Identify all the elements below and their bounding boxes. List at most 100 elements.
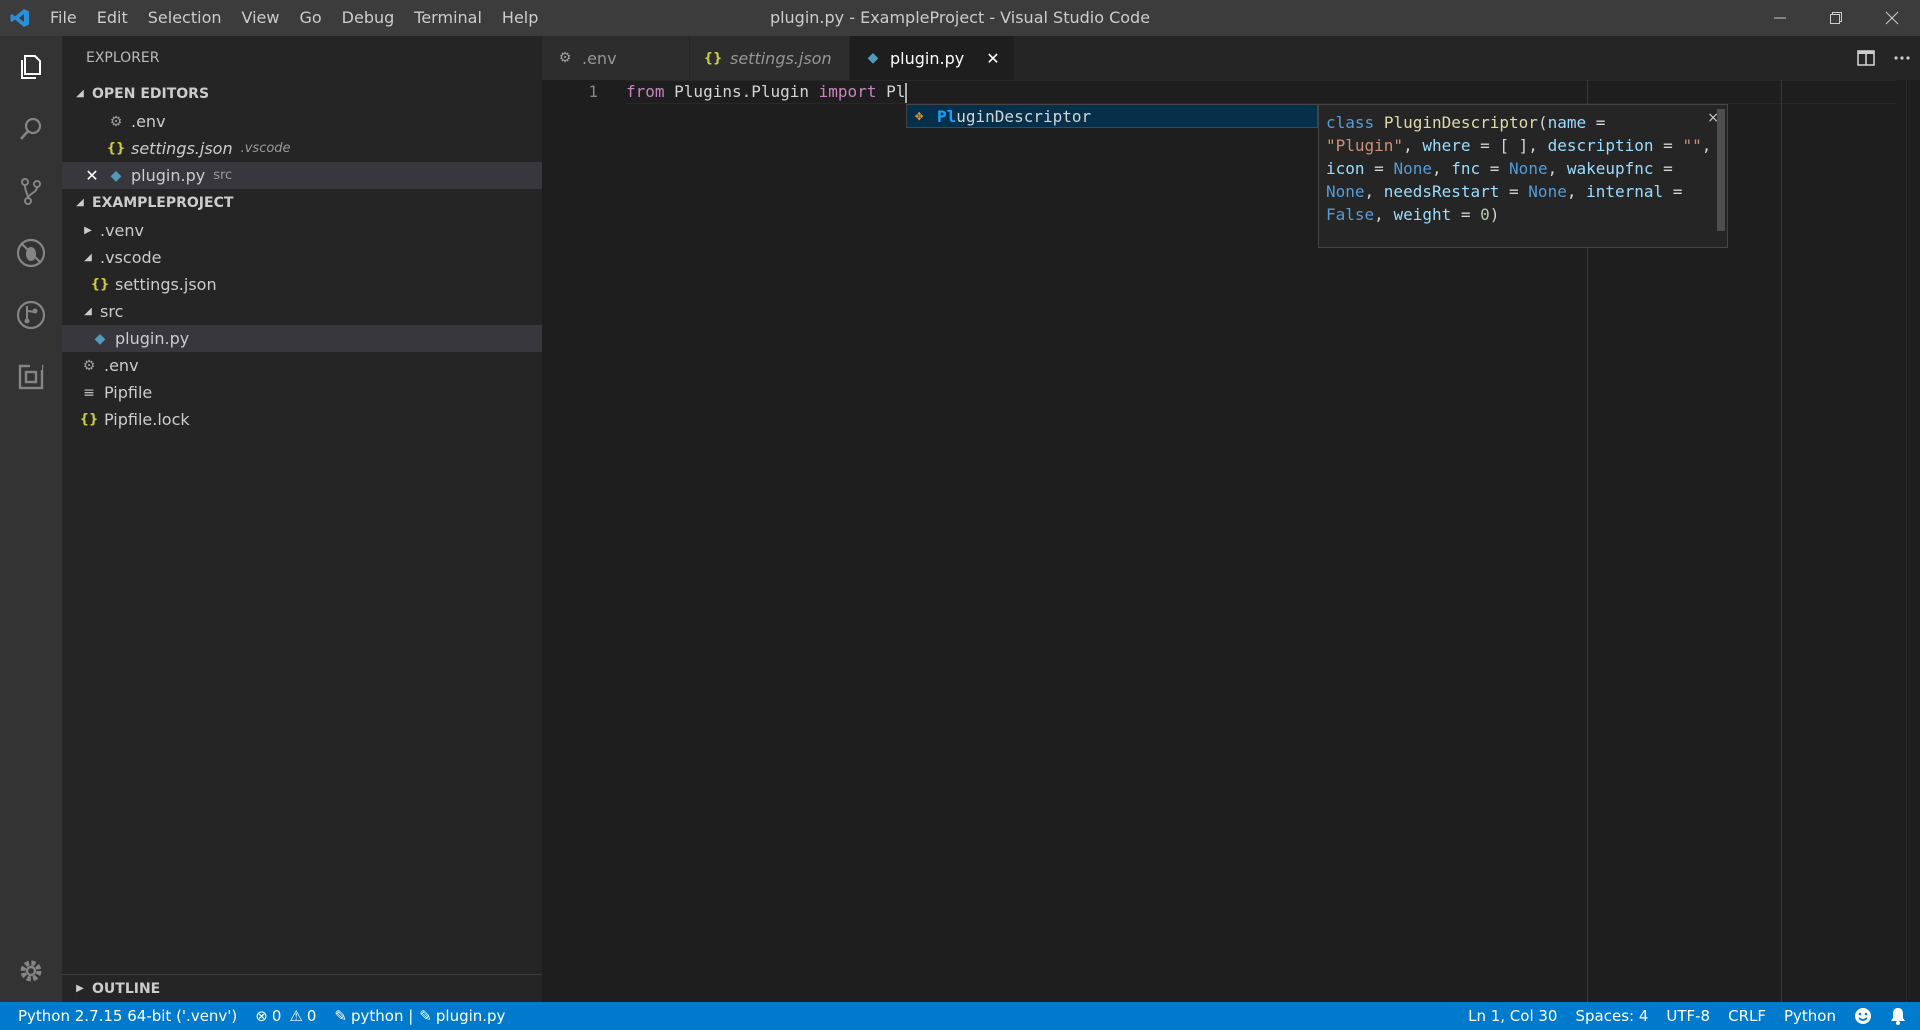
tree-item-label: plugin.py bbox=[115, 329, 190, 348]
error-icon: ⊗ bbox=[255, 1007, 268, 1025]
menu-terminal[interactable]: Terminal bbox=[404, 0, 492, 36]
close-window-button[interactable] bbox=[1864, 0, 1920, 36]
tree-item-src[interactable]: ◢ src bbox=[62, 298, 542, 325]
caret-down-icon: ◢ bbox=[76, 197, 84, 208]
problems-status[interactable]: ⊗ 0 ⚠ 0 bbox=[246, 1002, 325, 1030]
signature-line: "Plugin", where = [ ], description = "", bbox=[1326, 136, 1712, 155]
minimize-icon bbox=[1774, 17, 1786, 19]
warning-count: 0 bbox=[306, 1007, 317, 1025]
signature-line: class PluginDescriptor(name = bbox=[1326, 113, 1606, 132]
signature-line: None, needsRestart = None, internal = bbox=[1326, 182, 1683, 201]
debug-activity[interactable] bbox=[0, 222, 62, 284]
error-count: 0 bbox=[271, 1007, 282, 1025]
open-editors-label: OPEN EDITORS bbox=[92, 86, 210, 102]
encoding-status[interactable]: UTF-8 bbox=[1657, 1002, 1719, 1030]
editor-actions bbox=[1848, 36, 1920, 80]
split-editor-button[interactable] bbox=[1848, 36, 1884, 80]
notifications-button[interactable] bbox=[1881, 1002, 1920, 1030]
menu-debug[interactable]: Debug bbox=[332, 0, 405, 36]
details-scrollbar[interactable] bbox=[1717, 109, 1725, 231]
menu-view[interactable]: View bbox=[232, 0, 290, 36]
warning-icon: ⚠ bbox=[289, 1007, 303, 1025]
json-file-icon: {} bbox=[703, 50, 723, 66]
environment-label: python | bbox=[351, 1007, 414, 1025]
manage-activity[interactable] bbox=[0, 940, 62, 1002]
text-file-icon: ≡ bbox=[83, 384, 95, 401]
open-editors-header[interactable]: ◢ OPEN EDITORS bbox=[62, 80, 542, 108]
tab-plugin-py[interactable]: ◆ plugin.py ✕ bbox=[850, 36, 1015, 80]
explorer-activity[interactable] bbox=[0, 36, 62, 98]
tree-item-settings-json[interactable]: {} settings.json bbox=[62, 271, 542, 298]
more-actions-button[interactable] bbox=[1884, 36, 1920, 80]
tab-settings-json[interactable]: {} settings.json bbox=[690, 36, 850, 80]
code-line-1[interactable]: from Plugins.Plugin import Pl bbox=[626, 80, 908, 104]
open-editor-settings-json[interactable]: {} settings.json .vscode bbox=[62, 135, 542, 162]
menu-file[interactable]: File bbox=[40, 0, 87, 36]
tree-item-label: src bbox=[100, 302, 124, 321]
outline-section[interactable]: ▶ OUTLINE bbox=[62, 974, 542, 1002]
restore-button[interactable] bbox=[1808, 0, 1864, 36]
python-file-icon: ◆ bbox=[94, 330, 106, 347]
feedback-button[interactable] bbox=[1845, 1002, 1881, 1030]
edit-file-icon: ✎ bbox=[419, 1007, 432, 1025]
indentation-status[interactable]: Spaces: 4 bbox=[1566, 1002, 1657, 1030]
tab-label: settings.json bbox=[730, 48, 832, 68]
python-interpreter-status[interactable]: Python 2.7.15 64-bit ('.venv') bbox=[0, 1002, 246, 1030]
text-cursor bbox=[905, 82, 908, 103]
git-history-activity[interactable] bbox=[0, 284, 62, 346]
close-editor-icon[interactable]: ✕ bbox=[83, 166, 101, 185]
close-tab-icon[interactable]: ✕ bbox=[986, 49, 999, 68]
source-control-activity[interactable] bbox=[0, 160, 62, 222]
bell-icon bbox=[1891, 1008, 1905, 1025]
project-header[interactable]: ◢ EXAMPLEPROJECT bbox=[62, 189, 542, 217]
menu-go[interactable]: Go bbox=[289, 0, 331, 36]
source-control-icon bbox=[21, 178, 41, 205]
open-editor-env[interactable]: ⚙ .env bbox=[62, 108, 542, 135]
menu-selection[interactable]: Selection bbox=[138, 0, 232, 36]
files-icon bbox=[21, 55, 41, 79]
ellipsis-icon bbox=[1894, 56, 1910, 60]
editor-scrollbar[interactable] bbox=[1906, 80, 1920, 1002]
tab-env[interactable]: ⚙ .env bbox=[542, 36, 690, 80]
tree-item-label: .vscode bbox=[100, 248, 162, 267]
edit-file-icon: ✎ bbox=[334, 1007, 347, 1025]
cursor-position-status[interactable]: Ln 1, Col 30 bbox=[1459, 1002, 1566, 1030]
debug-icon bbox=[16, 238, 46, 268]
json-file-icon: {} bbox=[90, 277, 110, 292]
suggest-widget: ✥ Pl uginDescriptor bbox=[906, 104, 1318, 128]
caret-down-icon: ◢ bbox=[76, 88, 84, 99]
environment-status[interactable]: ✎ python | ✎ plugin.py bbox=[325, 1002, 514, 1030]
tree-item-label: .env bbox=[104, 356, 139, 375]
language-mode-status[interactable]: Python bbox=[1775, 1002, 1845, 1030]
menu-edit[interactable]: Edit bbox=[87, 0, 138, 36]
gear-icon bbox=[20, 960, 42, 982]
menu-help[interactable]: Help bbox=[492, 0, 548, 36]
signature-line: False, weight = 0) bbox=[1326, 205, 1500, 224]
title-bar: File Edit Selection View Go Debug Termin… bbox=[0, 0, 1920, 36]
gear-file-icon: ⚙ bbox=[558, 50, 572, 66]
explorer-sidebar: EXPLORER ◢ OPEN EDITORS ⚙ .env {} settin… bbox=[62, 36, 542, 1002]
class-icon: ✥ bbox=[915, 108, 924, 124]
tree-item-plugin-py[interactable]: ◆ plugin.py bbox=[62, 325, 542, 352]
minimize-button[interactable] bbox=[1752, 0, 1808, 36]
editor-tabs: ⚙ .env {} settings.json ◆ plugin.py ✕ bbox=[542, 36, 1920, 80]
line-number: 1 bbox=[588, 82, 598, 101]
search-activity[interactable] bbox=[0, 98, 62, 160]
open-editor-folder: src bbox=[213, 168, 233, 183]
tree-item-pipfile[interactable]: ≡ Pipfile bbox=[62, 379, 542, 406]
tree-item-label: Pipfile.lock bbox=[104, 410, 190, 429]
tree-item-label: settings.json bbox=[115, 275, 217, 294]
keyword-import: import bbox=[818, 82, 877, 101]
suggestion-plugin-descriptor[interactable]: ✥ Pl uginDescriptor bbox=[907, 105, 1317, 127]
tree-item-venv[interactable]: ▶ .venv bbox=[62, 217, 542, 244]
extensions-activity[interactable] bbox=[0, 346, 62, 408]
eol-status[interactable]: CRLF bbox=[1719, 1002, 1775, 1030]
tree-item-vscode[interactable]: ◢ .vscode bbox=[62, 244, 542, 271]
tree-item-env[interactable]: ⚙ .env bbox=[62, 352, 542, 379]
tree-item-pipfile-lock[interactable]: {} Pipfile.lock bbox=[62, 406, 542, 433]
python-file-icon: ◆ bbox=[867, 50, 879, 66]
suggestion-rest: uginDescriptor bbox=[956, 106, 1092, 126]
open-editor-plugin-py[interactable]: ✕ ◆ plugin.py src bbox=[62, 162, 542, 189]
open-editor-folder: .vscode bbox=[240, 141, 291, 156]
gear-file-icon: ⚙ bbox=[82, 357, 96, 374]
